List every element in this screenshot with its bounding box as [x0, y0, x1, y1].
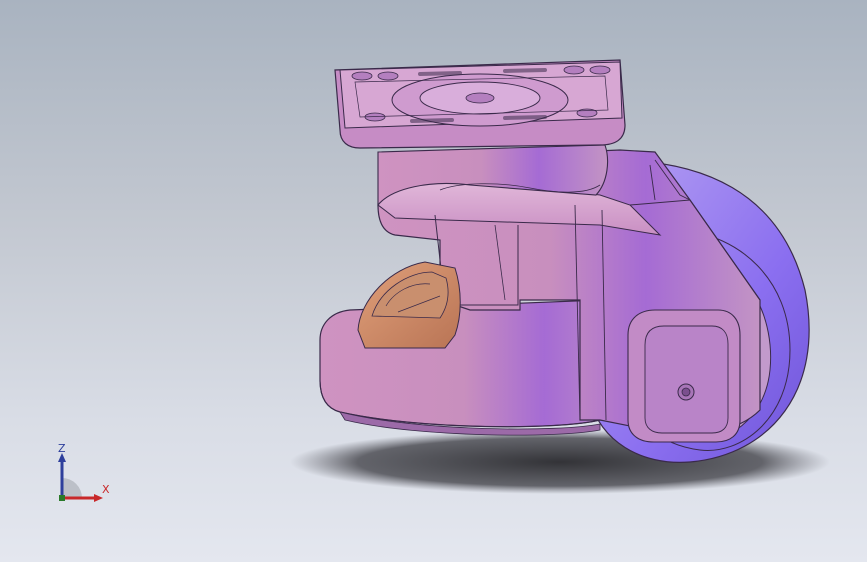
- axis-triad-icon: Z X: [48, 440, 118, 510]
- brake-pad[interactable]: [357, 261, 461, 349]
- z-axis-label: Z: [58, 442, 66, 455]
- x-axis-label: X: [102, 483, 110, 496]
- caster-model[interactable]: [0, 0, 867, 562]
- cad-graphics-area[interactable]: Z X: [0, 0, 867, 562]
- axle-boss[interactable]: [627, 309, 741, 443]
- mounting-plate[interactable]: [334, 59, 626, 149]
